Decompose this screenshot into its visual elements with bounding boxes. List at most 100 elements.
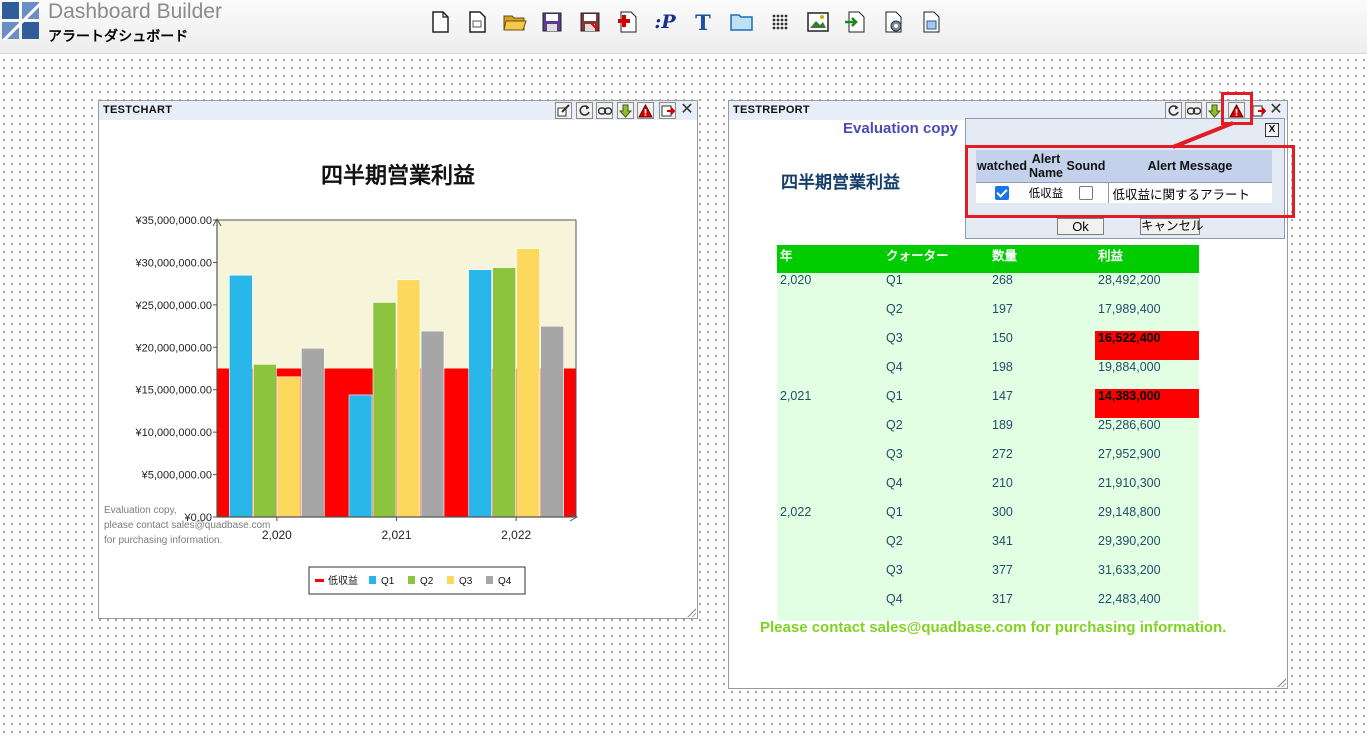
table-cell: 377 bbox=[989, 563, 1095, 592]
table-cell: 189 bbox=[989, 418, 1095, 447]
column-header: 年 bbox=[777, 245, 883, 273]
bar bbox=[540, 325, 564, 518]
table-cell: Q2 bbox=[883, 302, 989, 331]
dashboard-logo-icon bbox=[2, 2, 42, 42]
table-cell: 21,910,300 bbox=[1095, 476, 1199, 505]
table-cell: 14,383,000 bbox=[1095, 389, 1199, 418]
parameter-icon[interactable]: :P bbox=[653, 10, 677, 34]
table-cell: 31,633,200 bbox=[1095, 563, 1199, 592]
table-cell: 317 bbox=[989, 592, 1095, 621]
save-as-icon[interactable] bbox=[578, 10, 602, 34]
resize-handle[interactable] bbox=[1276, 677, 1286, 687]
y-tick-label: ¥5,000,000.00 bbox=[141, 470, 212, 482]
highlight-connector bbox=[1172, 121, 1234, 149]
column-header: クォーター bbox=[883, 245, 989, 273]
refresh-icon[interactable] bbox=[576, 102, 593, 119]
x-tick-label: 2,021 bbox=[381, 528, 411, 542]
close-icon[interactable]: ✕ bbox=[679, 101, 695, 119]
edit-icon[interactable] bbox=[555, 102, 572, 119]
table-cell: Q3 bbox=[883, 563, 989, 592]
table-cell: Q2 bbox=[883, 418, 989, 447]
table-row: Q2 197 17,989,400 bbox=[777, 302, 1199, 331]
table-cell: 2,021 bbox=[777, 389, 883, 418]
drilldown-icon[interactable] bbox=[617, 102, 634, 119]
link-icon[interactable] bbox=[1185, 102, 1202, 119]
table-cell: 29,148,800 bbox=[1095, 505, 1199, 534]
open-folder-icon[interactable] bbox=[503, 10, 527, 34]
table-cell: 147 bbox=[989, 389, 1095, 418]
bar bbox=[468, 269, 492, 518]
table-cell: 2,022 bbox=[777, 505, 883, 534]
chart-panel-header: TESTCHART ✕ bbox=[99, 101, 697, 120]
table-row: Q4 317 22,483,400 bbox=[777, 592, 1199, 621]
table-row: Q3 377 31,633,200 bbox=[777, 563, 1199, 592]
column-header: 利益 bbox=[1095, 245, 1199, 273]
save-icon[interactable] bbox=[540, 10, 564, 34]
grid-icon[interactable] bbox=[768, 10, 792, 34]
legend-swatch bbox=[315, 579, 324, 582]
export-panel-icon[interactable] bbox=[659, 102, 676, 119]
link-icon[interactable] bbox=[596, 102, 613, 119]
cancel-button[interactable]: キャンセル bbox=[1140, 218, 1204, 235]
table-cell bbox=[777, 302, 883, 331]
table-row: Q3 150 16,522,400 bbox=[777, 331, 1199, 360]
app-subtitle: アラートダシュボード bbox=[48, 28, 189, 44]
table-row: 2,021 Q1 147 14,383,000 bbox=[777, 389, 1199, 418]
bar bbox=[301, 347, 325, 518]
table-cell: 16,522,400 bbox=[1095, 331, 1199, 360]
report-panel-title: TESTREPORT bbox=[733, 104, 810, 116]
folder-icon[interactable] bbox=[730, 10, 754, 34]
new-icon[interactable] bbox=[428, 10, 452, 34]
text-icon[interactable]: T bbox=[691, 10, 715, 35]
table-row: 2,020 Q1 268 28,492,200 bbox=[777, 273, 1199, 302]
table-cell bbox=[777, 360, 883, 389]
add-chart-icon[interactable] bbox=[616, 10, 640, 34]
bar bbox=[277, 376, 301, 518]
y-tick-label: ¥15,000,000.00 bbox=[135, 385, 212, 397]
app-title: Dashboard Builder bbox=[48, 0, 222, 23]
legend-label: Q1 bbox=[381, 576, 395, 587]
table-cell bbox=[777, 534, 883, 563]
table-cell: 22,483,400 bbox=[1095, 592, 1199, 621]
legend-label: Q3 bbox=[459, 576, 473, 587]
contact-notice: Please contact sales@quadbase.com for pu… bbox=[760, 619, 1227, 636]
alert-icon[interactable] bbox=[637, 102, 654, 119]
table-cell: Q3 bbox=[883, 331, 989, 360]
legend-swatch bbox=[369, 576, 376, 584]
properties-icon[interactable] bbox=[920, 10, 944, 34]
table-cell bbox=[777, 331, 883, 360]
refresh-icon[interactable] bbox=[1165, 102, 1182, 119]
image-icon[interactable] bbox=[806, 10, 830, 34]
table-cell: 272 bbox=[989, 447, 1095, 476]
settings-icon[interactable] bbox=[882, 10, 906, 34]
y-tick-label: ¥35,000,000.00 bbox=[135, 215, 212, 227]
table-cell: Q4 bbox=[883, 592, 989, 621]
table-row: 2,022 Q1 300 29,148,800 bbox=[777, 505, 1199, 534]
bar bbox=[492, 267, 516, 518]
ok-button[interactable]: Ok bbox=[1057, 218, 1104, 235]
table-cell: Q3 bbox=[883, 447, 989, 476]
table-cell bbox=[777, 447, 883, 476]
bar bbox=[372, 302, 397, 518]
table-cell: 27,952,900 bbox=[1095, 447, 1199, 476]
new-page-icon[interactable] bbox=[465, 10, 489, 34]
bar bbox=[348, 394, 373, 518]
table-cell bbox=[777, 418, 883, 447]
table-cell: 28,492,200 bbox=[1095, 273, 1199, 302]
bar bbox=[396, 279, 421, 518]
table-cell: Q4 bbox=[883, 360, 989, 389]
y-tick-label: ¥30,000,000.00 bbox=[135, 257, 212, 269]
table-cell bbox=[777, 563, 883, 592]
close-icon[interactable]: ✕ bbox=[1268, 101, 1284, 119]
table-cell: 25,286,600 bbox=[1095, 418, 1199, 447]
bar bbox=[253, 364, 277, 518]
table-row: Q4 198 19,884,000 bbox=[777, 360, 1199, 389]
chart-watermark: Evaluation copy, please contact sales@qu… bbox=[104, 503, 270, 548]
table-cell: 197 bbox=[989, 302, 1095, 331]
watermark-line: Evaluation copy, bbox=[104, 505, 177, 516]
table-cell: Q1 bbox=[883, 505, 989, 534]
legend-label: 低収益 bbox=[328, 574, 358, 587]
legend-swatch bbox=[408, 576, 415, 584]
dialog-close-button[interactable]: X bbox=[1265, 123, 1279, 137]
export-icon[interactable] bbox=[843, 10, 867, 34]
